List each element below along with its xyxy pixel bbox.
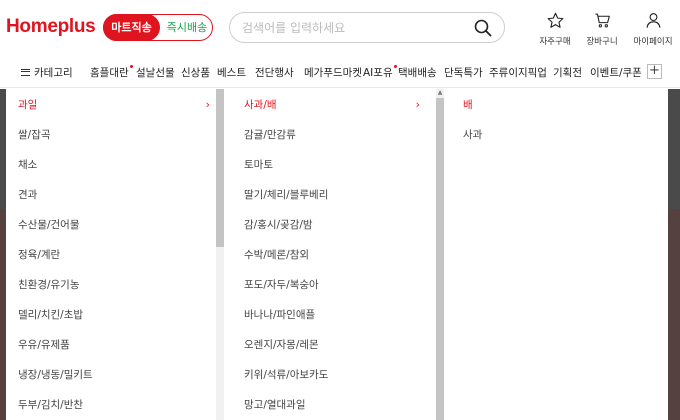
subcategory-item-banana[interactable]: 바나나/파인애플 [232, 300, 434, 330]
subcategory-item-berries[interactable]: 딸기/체리/블루베리 [232, 180, 434, 210]
nav-item-flyer-event[interactable]: 전단행사 [255, 65, 294, 80]
user-icon [627, 12, 679, 29]
cart-button[interactable]: 장바구니 [576, 12, 628, 47]
category-item-nuts[interactable]: 견과 [6, 180, 224, 210]
cart-icon [576, 12, 628, 29]
leaf-item-apple[interactable]: 사과 [451, 120, 668, 150]
subcategory-item-citrus[interactable]: 감귤/만감류 [232, 120, 434, 150]
category-level3-list: 배 사과 [451, 89, 668, 420]
nav-item-mega-food-market[interactable]: 메가푸드마켓 [304, 65, 362, 80]
subcategory-item-kiwi[interactable]: 키위/석류/아보카도 [232, 360, 434, 390]
level2-scroll-thumb[interactable] [436, 98, 444, 420]
category-item-fruit[interactable]: 과일 › [6, 90, 224, 120]
subcategory-item-orange[interactable]: 오렌지/자몽/레몬 [232, 330, 434, 360]
mart-delivery-tab[interactable]: 마트직송 [103, 14, 160, 41]
nav-item-homeplus-daeran[interactable]: 홈플대란 [90, 65, 133, 80]
homeplus-logo[interactable]: Homeplus [6, 16, 96, 38]
subcategory-item-tropical[interactable]: 망고/열대과일 [232, 390, 434, 420]
search-icon[interactable] [474, 19, 492, 37]
nav-item-events-coupons[interactable]: 이벤트/쿠폰 [590, 65, 642, 80]
subcategory-item-tomato[interactable]: 토마토 [232, 150, 434, 180]
nav-item-parcel-delivery[interactable]: 택배배송 [398, 65, 437, 80]
category-item-vegetables[interactable]: 채소 [6, 150, 224, 180]
category-item-rice-grains[interactable]: 쌀/잡곡 [6, 120, 224, 150]
new-dot [129, 65, 133, 68]
nav-item-liquor-pickup[interactable]: 주류이지픽업 [489, 65, 547, 80]
category-mega-menu: 과일 › 쌀/잡곡 채소 견과 수산물/건어물 정육/계란 친환경/유기농 델리/… [6, 89, 668, 420]
nav-item-best[interactable]: 베스트 [217, 65, 246, 80]
category-level1-list: 과일 › 쌀/잡곡 채소 견과 수산물/건어물 정육/계란 친환경/유기농 델리/… [6, 89, 224, 420]
nav-item-promotions[interactable]: 기획전 [553, 65, 582, 80]
hamburger-icon [21, 68, 30, 76]
level1-scroll-thumb[interactable] [216, 89, 224, 247]
leaf-item-pear[interactable]: 배 [451, 90, 668, 120]
nav-item-ai-for-you[interactable]: AI포유 [363, 65, 397, 80]
instant-delivery-tab[interactable]: 즉시배송 [164, 15, 210, 40]
frequent-purchase-button[interactable]: 자주구매 [529, 12, 581, 47]
my-page-label: 마이페이지 [633, 37, 673, 47]
delivery-mode-toggle[interactable]: 마트직송 즉시배송 [103, 14, 213, 41]
category-item-organic[interactable]: 친환경/유기농 [6, 270, 224, 300]
nav-item-new-year-gift[interactable]: 설날선물 [136, 65, 175, 80]
nav-item-new-products[interactable]: 신상품 [181, 65, 210, 80]
new-dot [393, 65, 397, 68]
header: Homeplus 마트직송 즉시배송 자주구매 장바구니 마이페이지 [0, 0, 680, 56]
category-nav: 카테고리 홈플대란 설날선물 신상품 베스트 전단행사 메가푸드마켓 AI포유 … [0, 56, 680, 88]
nav-item-exclusive-deal[interactable]: 단독특가 [444, 65, 483, 80]
level2-scrollbar[interactable]: ▲ [436, 89, 444, 420]
subcategory-item-melon[interactable]: 수박/메론/참외 [232, 240, 434, 270]
cart-label: 장바구니 [586, 37, 618, 47]
category-level2-list: 사과/배 › 감귤/만감류 토마토 딸기/체리/블루베리 감/홍시/곶감/밤 수박… [232, 89, 434, 420]
search-box [229, 12, 505, 43]
scroll-up-arrow-icon[interactable]: ▲ [436, 89, 444, 97]
category-item-dairy[interactable]: 우유/유제품 [6, 330, 224, 360]
level1-scrollbar[interactable] [216, 89, 224, 420]
subcategory-item-grape-peach[interactable]: 포도/자두/복숭아 [232, 270, 434, 300]
chevron-right-icon: › [415, 98, 420, 111]
category-item-tofu-kimchi[interactable]: 두부/김치/반찬 [6, 390, 224, 420]
subcategory-item-apple-pear[interactable]: 사과/배 › [232, 90, 434, 120]
star-icon [529, 12, 581, 29]
category-label: 카테고리 [34, 67, 73, 79]
category-item-meat-eggs[interactable]: 정육/계란 [6, 240, 224, 270]
my-page-button[interactable]: 마이페이지 [627, 12, 679, 47]
category-item-deli[interactable]: 델리/치킨/초밥 [6, 300, 224, 330]
search-input[interactable] [242, 19, 462, 37]
chevron-right-icon: › [205, 98, 210, 111]
category-item-seafood[interactable]: 수산물/건어물 [6, 210, 224, 240]
subcategory-item-persimmon[interactable]: 감/홍시/곶감/밤 [232, 210, 434, 240]
nav-more-button[interactable]: + [647, 64, 662, 79]
category-item-frozen[interactable]: 냉장/냉동/밀키트 [6, 360, 224, 390]
category-menu-button[interactable]: 카테고리 [21, 65, 73, 80]
frequent-purchase-label: 자주구매 [539, 37, 571, 47]
